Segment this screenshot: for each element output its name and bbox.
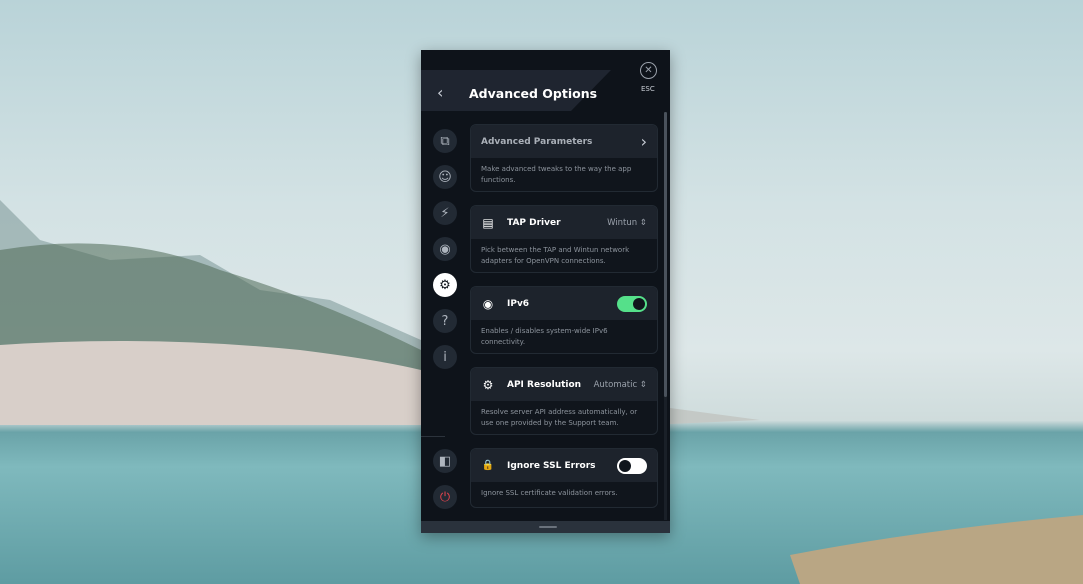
card-title: IPv6 xyxy=(507,298,530,309)
card-description: Enables / disables system-wide IPv6 conn… xyxy=(481,327,608,346)
ignore-ssl-toggle[interactable] xyxy=(617,457,647,474)
scrollbar[interactable] xyxy=(664,112,667,520)
chevron-left-icon: ‹ xyxy=(437,83,444,102)
api-resolution-select[interactable]: Automatic ⇕ xyxy=(594,380,647,390)
gear-icon: ⚙ xyxy=(439,277,451,293)
ipv6-toggle[interactable] xyxy=(617,295,647,312)
esc-label: ESC xyxy=(641,85,655,93)
user-icon: ☺ xyxy=(438,169,452,185)
page-title: Advanced Options xyxy=(469,86,598,101)
sidebar-item-robert[interactable]: ◉ xyxy=(433,237,457,261)
select-value: Automatic xyxy=(593,379,638,390)
resize-handle[interactable] xyxy=(539,526,557,528)
sidebar-divider xyxy=(421,436,445,437)
sidebar-item-about[interactable]: i xyxy=(433,345,457,369)
card-title: Advanced Parameters xyxy=(481,136,593,147)
plug-icon: ⚡ xyxy=(440,205,450,221)
card-description: Pick between the TAP and Wintun network … xyxy=(481,246,630,265)
card-api-resolution: ⚙ API Resolution Automatic ⇕ Resolve serve… xyxy=(470,367,658,435)
question-icon: ? xyxy=(441,313,449,329)
card-title: API Resolution xyxy=(507,379,582,390)
sidebar-item-settings[interactable]: ⚙ xyxy=(433,273,457,297)
close-icon: ✕ xyxy=(644,65,653,76)
sidebar-item-logout[interactable]: ◧ xyxy=(433,449,457,473)
card-description: Ignore SSL certificate validation errors… xyxy=(481,489,618,497)
card-description: Make advanced tweaks to the way the app … xyxy=(481,165,632,184)
sidebar-item-help[interactable]: ? xyxy=(433,309,457,333)
sidebar-item-split-tunneling[interactable]: ⧉ xyxy=(433,129,457,153)
card-tap-driver: ▤ TAP Driver Wintun ⇕ Pick between the TAP… xyxy=(470,205,658,273)
sidebar-item-connection[interactable]: ⚡ xyxy=(433,201,457,225)
ipv6-icon: ◉ xyxy=(482,296,494,311)
tap-driver-select[interactable]: Wintun ⇕ xyxy=(607,218,647,228)
sidebar-item-account[interactable]: ☺ xyxy=(433,165,457,189)
gear-icon: ⚙ xyxy=(482,377,494,392)
card-ignore-ssl-errors: 🔒 Ignore SSL Errors Ignore SSL certificat… xyxy=(470,448,658,508)
card-description: Resolve server API address automatically… xyxy=(481,408,638,427)
chevron-updown-icon: ⇕ xyxy=(639,379,647,390)
sidebar-item-quit[interactable]: ⏻ xyxy=(433,485,457,509)
close-button[interactable]: ✕ xyxy=(640,62,657,79)
scrollbar-thumb[interactable] xyxy=(664,112,667,397)
lock-warning-icon: 🔒 xyxy=(481,460,495,471)
card-title: Ignore SSL Errors xyxy=(507,460,596,471)
chevron-right-icon: › xyxy=(640,132,647,151)
advanced-parameters-button[interactable]: Advanced Parameters › xyxy=(471,125,657,158)
server-icon: ▤ xyxy=(482,215,494,230)
toggle-knob xyxy=(619,459,631,472)
select-value: Wintun xyxy=(607,217,638,228)
card-ipv6: ◉ IPv6 Enables / disables system-wide IPv… xyxy=(470,286,658,354)
power-icon: ⏻ xyxy=(439,489,451,505)
advanced-options-window: ‹ Advanced Options ✕ ESC ⧉ ☺ ⚡ ◉ ⚙ ? i ◧… xyxy=(421,50,670,533)
door-icon: ◧ xyxy=(438,453,452,469)
card-advanced-parameters: Advanced Parameters › Make advanced tweak… xyxy=(470,124,658,192)
bottom-bar xyxy=(421,521,670,533)
back-button[interactable]: ‹ xyxy=(437,83,443,102)
split-icon: ⧉ xyxy=(440,133,450,149)
info-icon: i xyxy=(443,349,447,365)
chevron-updown-icon: ⇕ xyxy=(639,217,647,228)
toggle-knob xyxy=(633,297,645,310)
shield-icon: ◉ xyxy=(439,241,451,257)
card-title: TAP Driver xyxy=(507,217,561,228)
